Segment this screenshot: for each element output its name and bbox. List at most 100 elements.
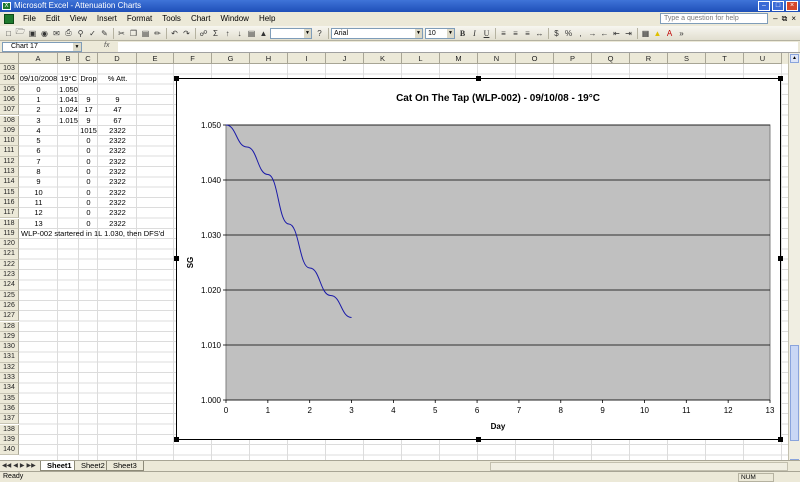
- data-cell[interactable]: 2322: [98, 208, 137, 218]
- column-header-t[interactable]: T: [706, 53, 744, 64]
- increase-indent-icon[interactable]: ⇥: [623, 28, 634, 39]
- row-header[interactable]: 132: [0, 362, 19, 373]
- print-preview-icon[interactable]: ⚲: [75, 28, 86, 39]
- italic-button[interactable]: I: [469, 28, 480, 39]
- chart-handle-b[interactable]: [476, 437, 481, 442]
- vertical-scroll-thumb[interactable]: [790, 345, 799, 441]
- data-cell[interactable]: 0: [79, 146, 98, 156]
- percent-icon[interactable]: %: [563, 28, 574, 39]
- menu-edit[interactable]: Edit: [41, 12, 65, 26]
- chart-handle-r[interactable]: [778, 256, 783, 261]
- close-button[interactable]: ×: [786, 1, 798, 11]
- tab-sheet1[interactable]: Sheet1: [40, 461, 79, 471]
- data-cell[interactable]: 2: [19, 105, 58, 115]
- column-header-n[interactable]: N: [478, 53, 516, 64]
- menu-help[interactable]: Help: [254, 12, 280, 26]
- decrease-decimal-icon[interactable]: ←: [599, 28, 610, 39]
- data-cell[interactable]: 2322: [98, 136, 137, 146]
- prev-sheet-icon[interactable]: ◀: [13, 462, 18, 469]
- column-header-q[interactable]: Q: [592, 53, 630, 64]
- data-cell[interactable]: 1.015: [58, 116, 79, 126]
- data-cell[interactable]: 17: [79, 105, 98, 115]
- row-header[interactable]: 136: [0, 403, 19, 415]
- row-header[interactable]: 111: [0, 146, 19, 157]
- column-header-m[interactable]: M: [440, 53, 478, 64]
- open-folder-icon[interactable]: 🗁: [15, 27, 26, 39]
- column-header-j[interactable]: J: [326, 53, 364, 64]
- print-icon[interactable]: ⎙: [63, 28, 74, 39]
- row-header[interactable]: 120: [0, 239, 19, 250]
- undo-icon[interactable]: ↶: [169, 28, 180, 39]
- fill-color-icon[interactable]: ▲: [652, 28, 663, 39]
- sort-descending-icon[interactable]: ↓: [234, 28, 245, 39]
- data-cell[interactable]: 12: [19, 208, 58, 218]
- data-cell[interactable]: 0: [79, 219, 98, 229]
- scroll-up-icon[interactable]: ▲: [790, 54, 799, 63]
- data-cell[interactable]: 7: [19, 157, 58, 167]
- menu-insert[interactable]: Insert: [92, 12, 122, 26]
- row-header[interactable]: 138: [0, 424, 19, 435]
- data-cell[interactable]: 2322: [98, 126, 137, 136]
- formula-input[interactable]: [118, 42, 798, 52]
- chart-handle-tl[interactable]: [174, 76, 179, 81]
- data-cell[interactable]: 2322: [98, 146, 137, 156]
- row-header[interactable]: 107: [0, 105, 19, 116]
- column-header-c[interactable]: C: [79, 53, 98, 64]
- data-cell[interactable]: 0: [79, 198, 98, 208]
- row-header[interactable]: 105: [0, 84, 19, 95]
- data-cell[interactable]: 2322: [98, 177, 137, 187]
- menu-view[interactable]: View: [65, 12, 92, 26]
- row-header[interactable]: 140: [0, 445, 19, 456]
- data-cell[interactable]: 1015: [79, 126, 98, 136]
- bold-button[interactable]: B: [457, 28, 468, 39]
- chart-handle-l[interactable]: [174, 256, 179, 261]
- spelling-icon[interactable]: ✓: [87, 28, 98, 39]
- note-cell[interactable]: WLP-002 startered in 1L 1.030, then DFS'…: [19, 229, 189, 239]
- data-cell[interactable]: 2322: [98, 188, 137, 198]
- workbook-close-icon[interactable]: ×: [791, 14, 796, 23]
- data-cell[interactable]: 11: [19, 198, 58, 208]
- chart-handle-br[interactable]: [778, 437, 783, 442]
- row-header[interactable]: 123: [0, 270, 19, 281]
- align-center-icon[interactable]: ≡: [510, 28, 521, 39]
- row-header[interactable]: 134: [0, 383, 19, 394]
- menu-window[interactable]: Window: [216, 12, 254, 26]
- header-cell[interactable]: 09/10/2008: [19, 74, 58, 84]
- sort-ascending-icon[interactable]: ↑: [222, 28, 233, 39]
- currency-icon[interactable]: $: [551, 28, 562, 39]
- header-cell[interactable]: 19°C: [58, 74, 79, 84]
- data-cell[interactable]: 2322: [98, 198, 137, 208]
- column-header-u[interactable]: U: [744, 53, 782, 64]
- workbook-restore-icon[interactable]: ⧉: [782, 14, 788, 23]
- data-cell[interactable]: 0: [79, 136, 98, 146]
- row-header[interactable]: 108: [0, 115, 19, 126]
- embedded-chart[interactable]: 1.000 1.010 1.020 1.030 1.040 1.050 0 1 2 3 4 5 6 7 8 9…: [176, 78, 781, 440]
- workbook-minimize-icon[interactable]: –: [773, 14, 777, 23]
- workbook-icon[interactable]: [4, 14, 14, 24]
- function-icon[interactable]: fx: [104, 42, 109, 49]
- chart-handle-t[interactable]: [476, 76, 481, 81]
- increase-decimal-icon[interactable]: →: [587, 28, 598, 39]
- row-header[interactable]: 110: [0, 136, 19, 147]
- data-cell[interactable]: 6: [19, 146, 58, 156]
- column-header-a[interactable]: A: [19, 53, 58, 64]
- hyperlink-icon[interactable]: ☍: [198, 28, 209, 39]
- data-cell[interactable]: 9: [98, 95, 137, 105]
- menu-tools[interactable]: Tools: [157, 12, 186, 26]
- select-all-corner[interactable]: [0, 53, 19, 64]
- tab-sheet3[interactable]: Sheet3: [106, 461, 144, 471]
- research-icon[interactable]: ✎: [99, 28, 110, 39]
- chart-handle-bl[interactable]: [174, 437, 179, 442]
- help-icon[interactable]: ?: [314, 28, 325, 39]
- row-header[interactable]: 128: [0, 321, 19, 332]
- data-cell[interactable]: 2322: [98, 157, 137, 167]
- data-cell[interactable]: 9: [19, 177, 58, 187]
- column-header-l[interactable]: L: [402, 53, 440, 64]
- data-cell[interactable]: 1: [19, 95, 58, 105]
- row-header[interactable]: 130: [0, 342, 19, 353]
- header-cell[interactable]: % Att.: [98, 74, 137, 84]
- column-header-o[interactable]: O: [516, 53, 554, 64]
- column-header-g[interactable]: G: [212, 53, 250, 64]
- first-sheet-icon[interactable]: ◀◀: [2, 462, 11, 469]
- cut-icon[interactable]: ✂: [116, 28, 127, 39]
